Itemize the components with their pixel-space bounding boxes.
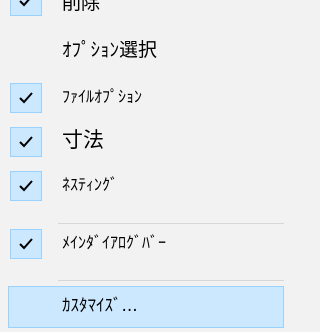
menu-item-highlight [8, 286, 284, 328]
menu-item-dimension[interactable]: 寸法 [0, 122, 284, 162]
checkmark-icon [19, 92, 33, 104]
menu-item-main-dialog-bar[interactable]: ﾒｲﾝﾀﾞｲｱﾛｸﾞﾊﾞｰ [0, 224, 284, 264]
menu-item-delete[interactable]: 削除 [0, 0, 284, 16]
checkmark-icon [19, 0, 30, 7]
menu-item-label: ﾈｽﾃｨﾝｸﾞ [62, 175, 119, 194]
context-menu: 削除 ｵﾌﾟｼｮﾝ選択 ﾌｧｲﾙｵﾌﾟｼｮﾝ 寸法 ﾈｽﾃｨﾝｸﾞ ﾒｲﾝﾀﾞｲ… [0, 0, 284, 332]
menu-item-customize[interactable]: ｶｽﾀﾏｲｽﾞ... [0, 286, 284, 328]
menu-item-label: 寸法 [62, 128, 104, 152]
check-indicator [10, 0, 42, 16]
menu-item-label: ｶｽﾀﾏｲｽﾞ... [62, 296, 138, 316]
menu-item-label: ﾌｧｲﾙｵﾌﾟｼｮﾝ [62, 87, 143, 106]
checkmark-icon [19, 180, 33, 192]
checkmark-icon [19, 136, 33, 148]
menu-item-option-select[interactable]: ｵﾌﾟｼｮﾝ選択 [0, 30, 284, 70]
menu-item-label: ｵﾌﾟｼｮﾝ選択 [62, 39, 158, 61]
menu-item-label: 削除 [62, 0, 101, 14]
menu-item-label: ﾒｲﾝﾀﾞｲｱﾛｸﾞﾊﾞｰ [62, 233, 167, 252]
check-indicator [10, 171, 42, 201]
menu-item-file-option[interactable]: ﾌｧｲﾙｵﾌﾟｼｮﾝ [0, 78, 284, 118]
checkmark-icon [19, 238, 33, 250]
menu-separator [58, 280, 284, 281]
check-indicator [10, 83, 42, 113]
check-indicator [10, 229, 42, 259]
check-indicator [10, 127, 42, 157]
menu-item-nesting[interactable]: ﾈｽﾃｨﾝｸﾞ [0, 166, 284, 206]
